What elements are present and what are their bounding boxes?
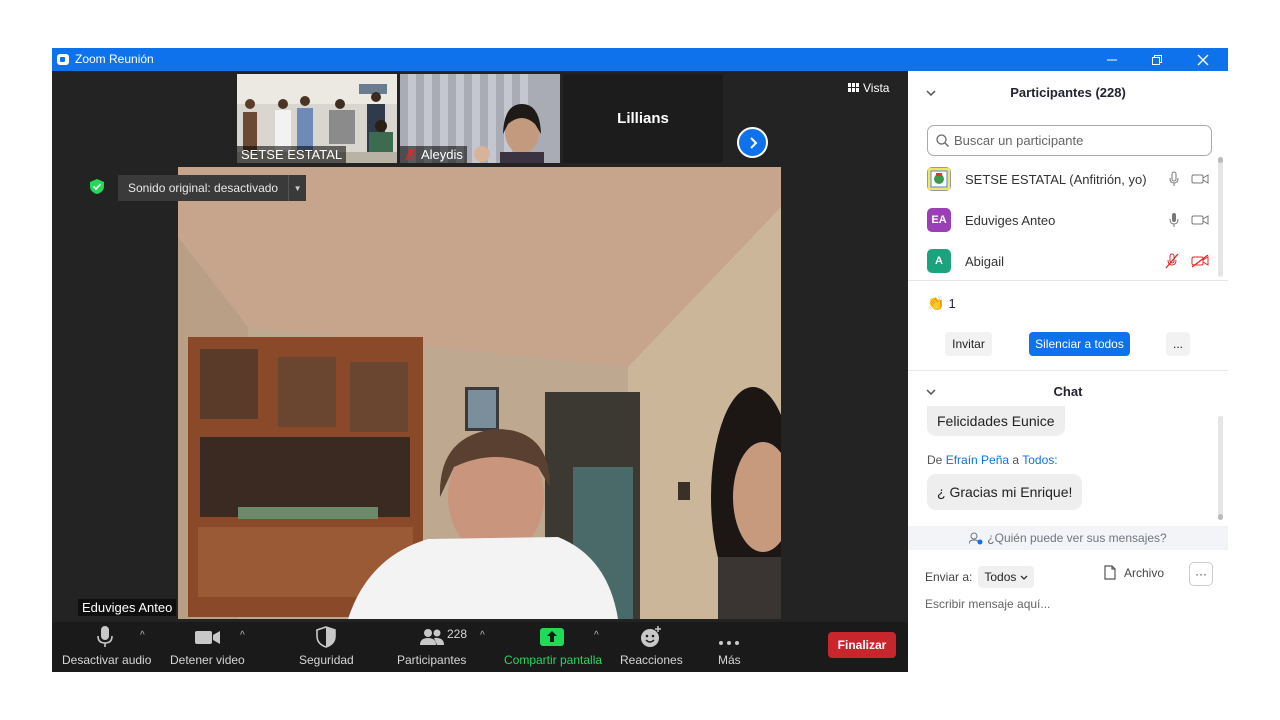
- who-can-see-messages[interactable]: ¿Quién puede ver sus mensajes?: [908, 526, 1228, 550]
- message-input[interactable]: [925, 592, 1205, 616]
- end-meeting-button[interactable]: Finalizar: [828, 632, 896, 658]
- mute-audio-button[interactable]: ^ Desactivar audio: [60, 622, 160, 672]
- close-icon: [1197, 54, 1209, 65]
- video-camera-icon: [1191, 215, 1209, 225]
- recipient-dropdown[interactable]: Todos: [978, 566, 1035, 588]
- speaker-video-frame: [178, 167, 781, 619]
- video-off-icon: [1191, 254, 1209, 268]
- setse-logo-icon: [928, 168, 950, 190]
- security-button[interactable]: Seguridad: [296, 622, 356, 672]
- sender-name[interactable]: Efraín Peña: [946, 453, 1009, 467]
- microphone-icon: [97, 626, 113, 647]
- participants-title: Participantes (228): [1010, 85, 1126, 100]
- chat-title: Chat: [1053, 384, 1083, 399]
- file-button[interactable]: Archivo: [1104, 565, 1164, 580]
- search-icon: [936, 134, 949, 147]
- minimize-icon: [1107, 59, 1117, 60]
- participant-row[interactable]: SETSE ESTATAL (Anfitrión, yo): [927, 165, 1209, 193]
- thumbnail-name: SETSE ESTATAL: [237, 146, 347, 163]
- file-icon: [1104, 565, 1116, 580]
- share-screen-button[interactable]: ^ Compartir pantalla: [502, 622, 606, 672]
- participant-name: Lillians: [617, 110, 669, 127]
- shield-icon: [316, 626, 336, 648]
- title-bar: Zoom Reunión: [52, 48, 1228, 71]
- mute-all-button[interactable]: Silenciar a todos: [1029, 332, 1130, 356]
- microphone-icon: [1169, 213, 1179, 227]
- chat-message: ¿ Gracias mi Enrique!: [927, 474, 1083, 510]
- participants-scrollbar[interactable]: [1218, 157, 1223, 277]
- participants-icon: [420, 629, 444, 645]
- more-dots-icon: [719, 641, 739, 645]
- participants-options-caret[interactable]: ^: [480, 630, 485, 641]
- clapping-hands-icon: 👏: [927, 295, 945, 311]
- participant-row[interactable]: EA Eduviges Anteo: [927, 206, 1209, 234]
- minimize-button[interactable]: [1089, 48, 1135, 71]
- main-speaker-video: [178, 167, 781, 619]
- participant-row[interactable]: A Abigail: [927, 247, 1209, 275]
- original-sound-label: Sonido original: desactivado: [128, 181, 279, 195]
- video-options-caret[interactable]: ^: [240, 630, 245, 641]
- video-thumbnail[interactable]: SETSE ESTATAL: [237, 74, 397, 163]
- mic-muted-icon: [405, 148, 416, 161]
- person-visibility-icon: [969, 532, 983, 544]
- chat-messages: Felicidades Eunice De Efraín Peña a Todo…: [908, 406, 1228, 526]
- invite-button[interactable]: Invitar: [945, 332, 992, 356]
- restore-icon: [1152, 54, 1162, 65]
- share-options-caret[interactable]: ^: [594, 630, 599, 641]
- mic-muted-icon: [1165, 253, 1179, 269]
- stop-video-button[interactable]: ^ Detener video: [168, 622, 258, 672]
- next-page-button[interactable]: [737, 127, 768, 158]
- participant-status-icons: [1165, 253, 1209, 269]
- video-camera-icon: [195, 631, 220, 644]
- original-sound-toggle[interactable]: Sonido original: desactivado ▼: [118, 175, 307, 201]
- side-panel: Participantes (228) SETSE ESTATAL (Anfit…: [908, 71, 1228, 672]
- reaction-summary: 👏 1: [927, 295, 956, 311]
- participant-search[interactable]: [927, 125, 1212, 156]
- zoom-window: Zoom Reunión SETSE ESTATAL Aleydis Lilli…: [52, 48, 1228, 672]
- audio-options-caret[interactable]: ^: [140, 630, 145, 641]
- share-screen-icon: [540, 628, 564, 646]
- emoji-reaction-icon: [641, 626, 661, 647]
- chat-message: Felicidades Eunice: [927, 406, 1065, 436]
- close-button[interactable]: [1180, 48, 1226, 71]
- video-camera-icon: [1191, 174, 1209, 184]
- avatar: [927, 167, 951, 191]
- grid-view-icon: [848, 83, 859, 92]
- more-button[interactable]: Más: [716, 622, 756, 672]
- video-area: SETSE ESTATAL Aleydis Lillians Vista Son…: [52, 71, 908, 672]
- participant-status-icons: [1169, 212, 1209, 228]
- recipient-name[interactable]: Todos:: [1022, 453, 1057, 467]
- view-button[interactable]: Vista: [848, 81, 889, 95]
- avatar: EA: [927, 208, 951, 232]
- restore-button[interactable]: [1134, 48, 1180, 71]
- reactions-button[interactable]: Reacciones: [618, 622, 683, 672]
- chevron-down-icon[interactable]: ▼: [288, 175, 306, 201]
- avatar: A: [927, 249, 951, 273]
- divider: [908, 370, 1228, 371]
- participants-button[interactable]: 228 ^ Participantes: [394, 622, 494, 672]
- chat-more-button[interactable]: ···: [1189, 562, 1213, 586]
- divider: [908, 280, 1228, 281]
- send-to-selector: Enviar a: Todos: [925, 566, 1035, 588]
- speaker-name-label: Eduviges Anteo: [78, 599, 177, 616]
- zoom-logo-icon: [57, 54, 69, 65]
- encryption-shield-icon: [90, 179, 104, 199]
- microphone-icon: [1169, 171, 1179, 186]
- window-title: Zoom Reunión: [75, 52, 154, 66]
- search-input[interactable]: [954, 133, 1194, 148]
- video-thumbnail[interactable]: Lillians: [563, 74, 723, 163]
- thumbnail-name: Aleydis: [400, 146, 467, 163]
- chevron-down-icon: [1020, 575, 1028, 580]
- participants-count: 228: [447, 627, 468, 641]
- meeting-toolbar: ^ Desactivar audio ^ Detener video Segur…: [52, 622, 908, 672]
- participant-status-icons: [1169, 171, 1209, 187]
- chevron-right-icon: [749, 136, 757, 149]
- more-options-button[interactable]: ...: [1166, 332, 1190, 356]
- chat-scrollbar[interactable]: [1218, 416, 1223, 520]
- message-sender-line: De Efraín Peña a Todos:: [927, 453, 1058, 467]
- video-thumbnail[interactable]: Aleydis: [400, 74, 560, 163]
